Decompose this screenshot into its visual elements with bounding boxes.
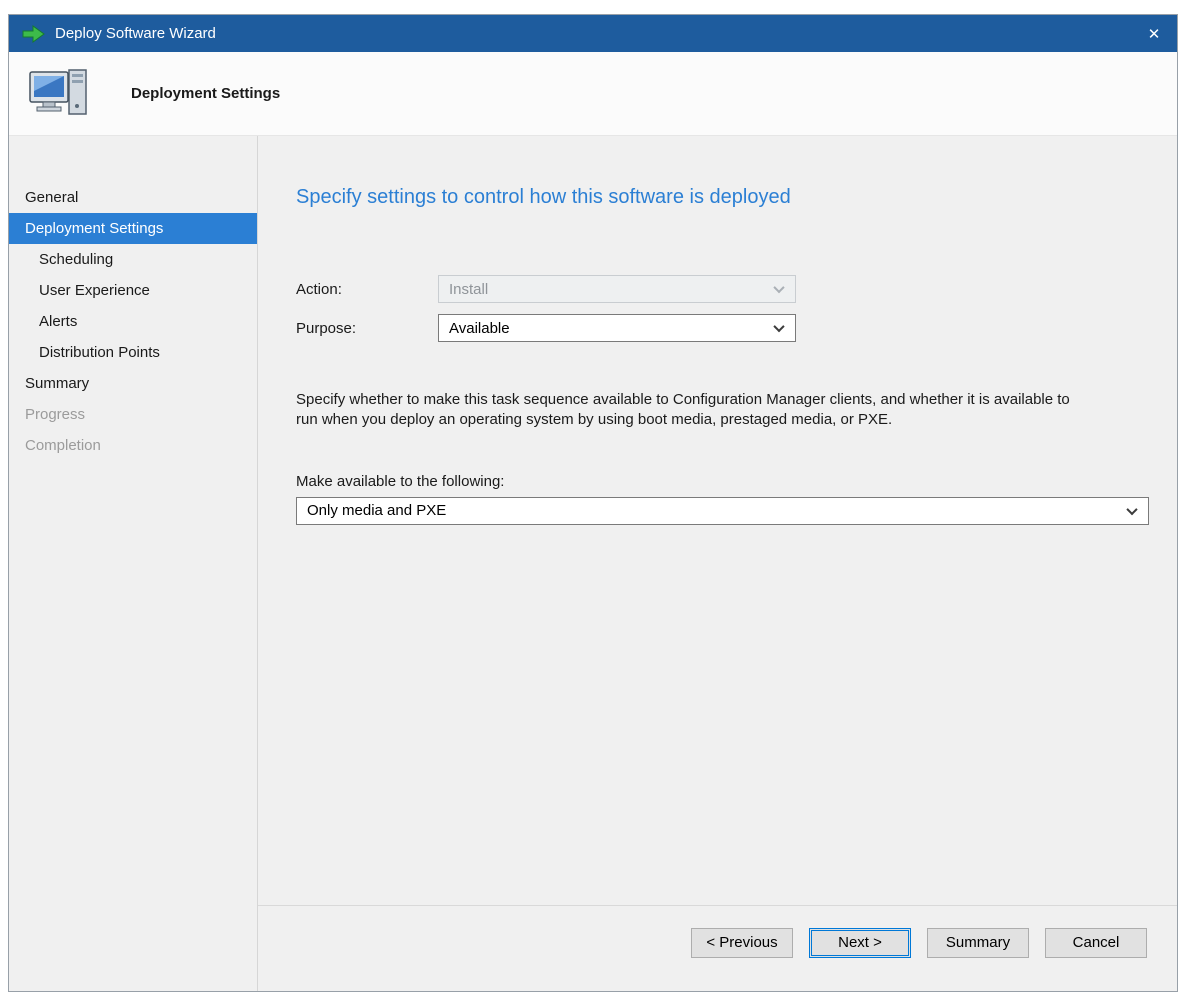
deployment-settings-page: Specify settings to control how this sof… xyxy=(258,136,1177,905)
sidebar-item-deployment-settings[interactable]: Deployment Settings xyxy=(9,213,257,244)
sidebar-item-general[interactable]: General xyxy=(9,182,257,213)
chevron-down-icon xyxy=(773,282,784,293)
sidebar-item-alerts[interactable]: Alerts xyxy=(9,306,257,337)
window-title: Deploy Software Wizard xyxy=(55,25,1137,42)
content-heading: Specify settings to control how this sof… xyxy=(296,186,1149,209)
sidebar-item-completion: Completion xyxy=(9,430,257,461)
deploy-arrow-icon xyxy=(21,25,45,43)
sidebar-item-summary[interactable]: Summary xyxy=(9,368,257,399)
action-combobox: Install xyxy=(438,275,796,303)
cancel-button[interactable]: Cancel xyxy=(1045,928,1147,958)
page-title: Deployment Settings xyxy=(131,85,280,102)
action-label: Action: xyxy=(296,281,438,298)
availability-description: Specify whether to make this task sequen… xyxy=(296,390,1086,431)
close-icon[interactable]: ✕ xyxy=(1137,20,1171,48)
wizard-footer: < Previous Next > Summary Cancel xyxy=(258,905,1177,991)
wizard-content: Specify settings to control how this sof… xyxy=(258,136,1177,991)
summary-button[interactable]: Summary xyxy=(927,928,1029,958)
wizard-header: Deployment Settings xyxy=(9,52,1177,136)
availability-combobox[interactable]: Only media and PXE xyxy=(296,497,1149,525)
availability-label: Make available to the following: xyxy=(296,473,1149,490)
purpose-label: Purpose: xyxy=(296,320,438,337)
action-row: Action: Install xyxy=(296,275,1149,303)
previous-button[interactable]: < Previous xyxy=(691,928,793,958)
titlebar[interactable]: Deploy Software Wizard ✕ xyxy=(9,15,1177,52)
chevron-down-icon xyxy=(1126,503,1137,514)
sidebar-item-scheduling[interactable]: Scheduling xyxy=(9,244,257,275)
purpose-combobox[interactable]: Available xyxy=(438,314,796,342)
sidebar-item-user-experience[interactable]: User Experience xyxy=(9,275,257,306)
purpose-row: Purpose: Available xyxy=(296,314,1149,342)
sidebar-item-distribution-points[interactable]: Distribution Points xyxy=(9,337,257,368)
sidebar-item-progress: Progress xyxy=(9,399,257,430)
availability-value: Only media and PXE xyxy=(307,502,1128,519)
wizard-body: General Deployment Settings Scheduling U… xyxy=(9,136,1177,991)
purpose-value: Available xyxy=(449,320,775,337)
action-value: Install xyxy=(449,281,775,298)
next-button[interactable]: Next > xyxy=(809,928,911,958)
chevron-down-icon xyxy=(773,321,784,332)
deploy-software-wizard-window: Deploy Software Wizard ✕ Deployment Sett… xyxy=(8,14,1178,992)
wizard-step-list: General Deployment Settings Scheduling U… xyxy=(9,136,258,991)
computer-icon xyxy=(29,68,89,120)
